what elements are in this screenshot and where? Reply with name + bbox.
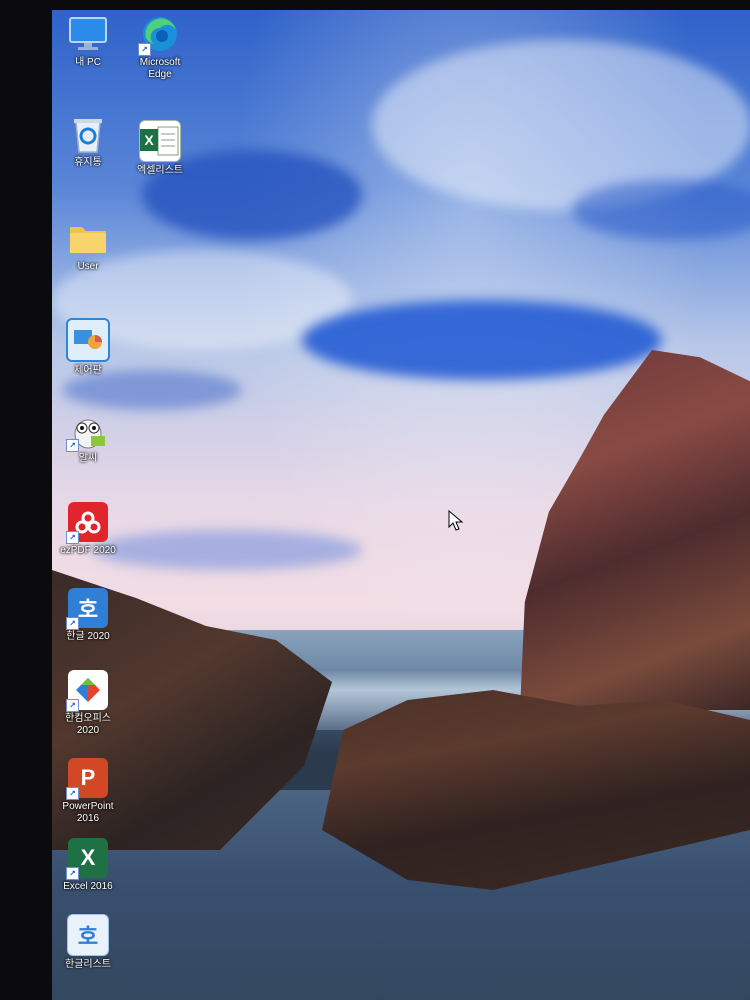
- recycle-bin-icon: [68, 114, 108, 154]
- folder-icon: [68, 218, 108, 258]
- wallpaper-cloud: [302, 300, 662, 380]
- desktop-icon-label: 한컴오피스 2020: [65, 713, 111, 736]
- desktop-icon-excel-list[interactable]: X 엑셀리스트: [124, 120, 196, 177]
- shortcut-arrow-icon: ↗: [66, 531, 79, 544]
- hangul-doc-icon: 호: [67, 914, 109, 956]
- desktop-icon-control-panel[interactable]: 제어판: [52, 318, 124, 377]
- hangul-icon: 호 ↗: [66, 588, 108, 630]
- shortcut-arrow-icon: ↗: [66, 867, 79, 880]
- desktop-icon-user-folder[interactable]: User: [52, 218, 124, 273]
- desktop-wallpaper: 내 PC 휴지통 User 제어판 ↗ 알씨 ↗ ezPDF 2020 호 ↗ …: [52, 10, 750, 1000]
- excel-doc-icon: X: [139, 120, 181, 162]
- desktop-icon-ezpdf[interactable]: ↗ ezPDF 2020: [52, 502, 124, 557]
- desktop-icon-label: 엑셀리스트: [137, 165, 183, 176]
- desktop-icon-alsee[interactable]: ↗ 알씨: [52, 410, 124, 465]
- control-panel-icon: [66, 318, 110, 362]
- desktop-icon-label: 제어판: [74, 365, 102, 376]
- desktop-icon-label: PowerPoint 2016: [62, 801, 114, 824]
- shortcut-arrow-icon: ↗: [66, 699, 79, 712]
- desktop-icon-label: 한글 2020: [66, 631, 110, 642]
- desktop-icon-this-pc[interactable]: 내 PC: [52, 14, 124, 69]
- edge-icon: ↗: [138, 14, 180, 56]
- desktop-icon-excel-2016[interactable]: X ↗ Excel 2016: [52, 838, 124, 893]
- desktop-icon-label: Excel 2016: [63, 881, 113, 892]
- desktop-icon-hangul-list[interactable]: 호 한글리스트: [52, 914, 124, 971]
- wallpaper-cloud: [92, 530, 362, 570]
- desktop-icon-label: 휴지통: [74, 157, 102, 168]
- mouse-cursor-icon: [448, 510, 464, 531]
- excel-icon: X ↗: [66, 838, 108, 880]
- desktop-icon-label: Microsoft Edge: [139, 57, 181, 80]
- powerpoint-icon: P ↗: [66, 758, 108, 800]
- wallpaper-rock: [520, 350, 750, 710]
- monitor-icon: [68, 14, 108, 54]
- desktop-icon-powerpoint-2016[interactable]: P ↗ PowerPoint 2016: [52, 758, 124, 825]
- shortcut-arrow-icon: ↗: [138, 43, 151, 56]
- shortcut-arrow-icon: ↗: [66, 617, 79, 630]
- desktop-icon-hangul-2020[interactable]: 호 ↗ 한글 2020: [52, 588, 124, 643]
- desktop-icon-label: ezPDF 2020: [60, 545, 116, 556]
- shortcut-arrow-icon: ↗: [66, 787, 79, 800]
- desktop-icon-microsoft-edge[interactable]: ↗ Microsoft Edge: [124, 14, 196, 81]
- desktop-icon-recycle-bin[interactable]: 휴지통: [52, 114, 124, 169]
- desktop-icon-label: 한글리스트: [65, 959, 111, 970]
- pdf-icon: ↗: [66, 502, 108, 544]
- wallpaper-cloud: [572, 180, 750, 240]
- desktop-icon-hancom-office-2020[interactable]: ↗ 한컴오피스 2020: [52, 670, 124, 737]
- owl-icon: ↗: [66, 410, 108, 452]
- desktop-icon-label: 내 PC: [75, 57, 101, 68]
- hancom-office-icon: ↗: [66, 670, 108, 712]
- desktop-icon-label: 알씨: [78, 453, 98, 464]
- shortcut-arrow-icon: ↗: [66, 439, 79, 452]
- desktop-icon-label: User: [77, 261, 99, 272]
